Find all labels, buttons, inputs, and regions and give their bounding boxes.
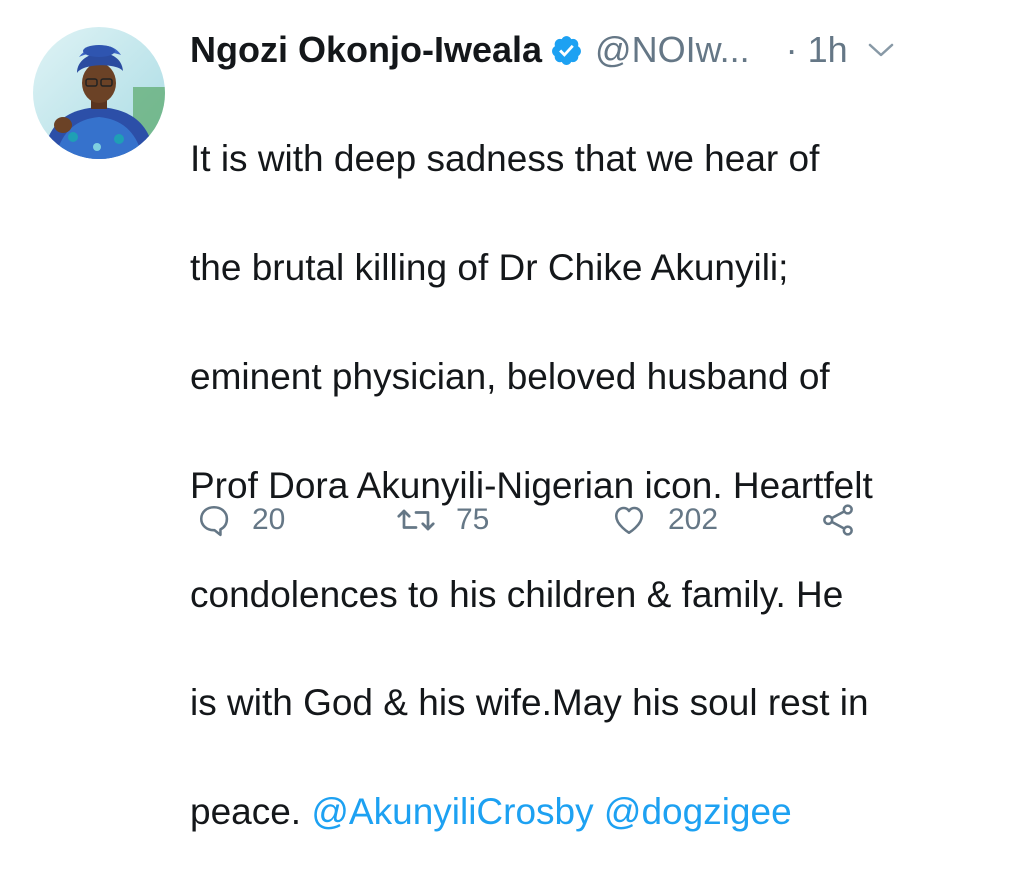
tweet-timestamp[interactable]: · 1h: [786, 29, 848, 71]
tweet-text-line-last: peace. @AkunyiliCrosby @dogzigee: [190, 785, 1005, 839]
reply-icon: [199, 505, 229, 537]
tweet-header: Ngozi Okonjo-Iweala @NOIw... · 1h: [190, 22, 1000, 78]
retweet-button[interactable]: 75: [396, 492, 489, 548]
tweet-text: It is with deep sadness that we hear of …: [190, 78, 1005, 894]
heart-icon: [614, 506, 644, 535]
chevron-down-icon[interactable]: [866, 40, 896, 60]
tweet-text-line: the brutal killing of Dr Chike Akunyili;: [190, 247, 789, 289]
tweet-actions: 20 75 202: [190, 492, 890, 548]
reply-count: 20: [252, 503, 286, 536]
author-handle[interactable]: @NOIw...: [595, 29, 750, 71]
like-count: 202: [668, 503, 719, 536]
reply-button[interactable]: 20: [196, 492, 285, 548]
retweet-count: 75: [456, 503, 490, 536]
share-icon: [823, 504, 853, 536]
tweet-text-line: It is with deep sadness that we hear of: [190, 138, 820, 180]
like-button[interactable]: 202: [610, 492, 718, 548]
tweet-text-line: is with God & his wife.May his soul rest…: [190, 682, 869, 724]
retweet-icon: [397, 509, 435, 531]
tweet-text-line: condolences to his children & family. He: [190, 573, 844, 615]
tweet-text-line: eminent physician, beloved husband of: [190, 356, 830, 398]
mention-link[interactable]: @dogzigee: [604, 791, 792, 832]
avatar-image: [33, 27, 165, 159]
mention-link[interactable]: @AkunyiliCrosby: [311, 791, 593, 832]
share-button[interactable]: [818, 492, 858, 548]
verified-badge-icon: [550, 34, 583, 67]
tweet-text-line: peace.: [190, 791, 312, 833]
author-name[interactable]: Ngozi Okonjo-Iweala: [190, 29, 542, 71]
avatar[interactable]: [33, 27, 165, 159]
